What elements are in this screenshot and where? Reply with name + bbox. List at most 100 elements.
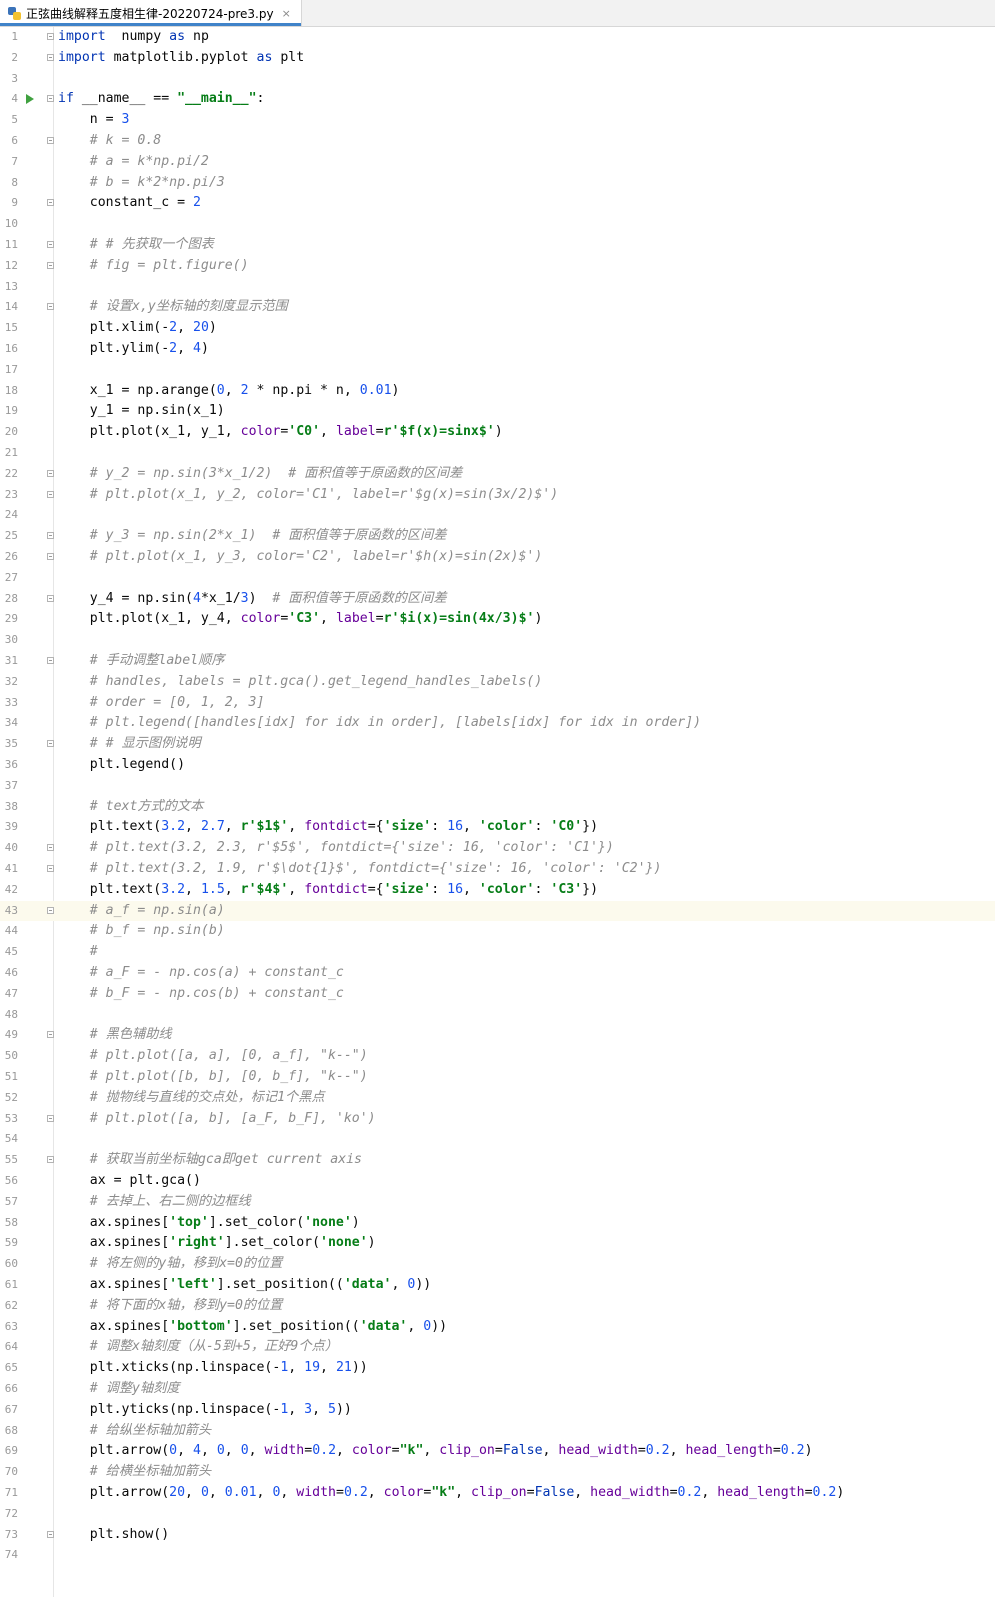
code-line[interactable]: 60 # 将左侧的y轴，移到x=0的位置 [0,1254,995,1275]
code-line[interactable]: 47 # b_F = - np.cos(b) + constant_c [0,984,995,1005]
code-line[interactable]: 64 # 调整x轴刻度（从-5到+5，正好9个点） [0,1337,995,1358]
fold-icon[interactable] [47,53,54,61]
code-line[interactable]: 25 # y_3 = np.sin(2*x_1) # 面积值等于原函数的区间差 [0,526,995,547]
code-line[interactable]: 66 # 调整y轴刻度 [0,1379,995,1400]
code-line[interactable]: 23 # plt.plot(x_1, y_2, color='C1', labe… [0,485,995,506]
code-line[interactable]: 10 [0,214,995,235]
code-line[interactable]: 29 plt.plot(x_1, y_4, color='C3', label=… [0,609,995,630]
code-line[interactable]: 9 constant_c = 2 [0,193,995,214]
code-line[interactable]: 61 ax.spines['left'].set_position(('data… [0,1275,995,1296]
code-line[interactable]: 24 [0,505,995,526]
code-line[interactable]: 40 # plt.text(3.2, 2.3, r'$5$', fontdict… [0,838,995,859]
code-line[interactable]: 19 y_1 = np.sin(x_1) [0,401,995,422]
fold-icon[interactable] [47,95,54,103]
code-line[interactable]: 20 plt.plot(x_1, y_1, color='C0', label=… [0,422,995,443]
code-line[interactable]: 45 # [0,942,995,963]
code-line[interactable]: 16 plt.ylim(-2, 4) [0,339,995,360]
code-line[interactable]: 43 # a_f = np.sin(a) [0,900,995,922]
fold-icon[interactable] [47,657,54,664]
code-line[interactable]: 72 [0,1504,995,1525]
code-line[interactable]: 33 # order = [0, 1, 2, 3] [0,693,995,714]
code-line[interactable]: 8 # b = k*2*np.pi/3 [0,173,995,194]
code-line[interactable]: 41 # plt.text(3.2, 1.9, r'$\dot{1}$', fo… [0,859,995,880]
fold-icon[interactable] [47,553,54,560]
fold-icon[interactable] [47,906,54,914]
code-line[interactable]: 44 # b_f = np.sin(b) [0,921,995,942]
code-line[interactable]: 73 plt.show() [0,1525,995,1546]
code-line[interactable]: 46 # a_F = - np.cos(a) + constant_c [0,963,995,984]
fold-icon[interactable] [47,469,54,477]
code-line[interactable]: 5 n = 3 [0,110,995,131]
fold-icon[interactable] [47,1031,54,1039]
fold-icon[interactable] [47,532,54,540]
code-line[interactable]: 56 ax = plt.gca() [0,1171,995,1192]
code-line[interactable]: 13 [0,277,995,298]
code-line[interactable]: 63 ax.spines['bottom'].set_position(('da… [0,1317,995,1338]
code-line[interactable]: 6 # k = 0.8 [0,131,995,152]
code-line[interactable]: 52 # 抛物线与直线的交点处，标记1个黑点 [0,1088,995,1109]
code-line[interactable]: 2 import matplotlib.pyplot as plt [0,48,995,69]
code-line[interactable]: 1 import numpy as np [0,27,995,48]
code-line[interactable]: 59 ax.spines['right'].set_color('none') [0,1233,995,1254]
fold-icon[interactable] [47,261,54,269]
code-line[interactable]: 62 # 将下面的x轴，移到y=0的位置 [0,1296,995,1317]
code-line[interactable]: 54 [0,1129,995,1150]
code-line[interactable]: 39 plt.text(3.2, 2.7, r'$1$', fontdict={… [0,817,995,838]
code-line[interactable]: 3 [0,69,995,90]
code-line[interactable]: 50 # plt.plot([a, a], [0, a_f], "k--") [0,1046,995,1067]
close-icon[interactable]: × [282,7,291,20]
code-line[interactable]: 42 plt.text(3.2, 1.5, r'$4$', fontdict={… [0,880,995,901]
fold-icon[interactable] [47,137,54,144]
code-line[interactable]: 14 # 设置x,y坐标轴的刻度显示范围 [0,297,995,318]
fold-icon[interactable] [47,303,54,311]
code-line[interactable]: 15 plt.xlim(-2, 20) [0,318,995,339]
code-line[interactable]: 55 # 获取当前坐标轴gca即get current axis [0,1150,995,1171]
code-line[interactable]: 34 # plt.legend([handles[idx] for idx in… [0,713,995,734]
code-line[interactable]: 11 # # 先获取一个图表 [0,235,995,256]
code-line[interactable]: 69 plt.arrow(0, 4, 0, 0, width=0.2, colo… [0,1441,995,1462]
code-line[interactable]: 67 plt.yticks(np.linspace(-1, 3, 5)) [0,1400,995,1421]
code-line[interactable]: 68 # 给纵坐标轴加箭头 [0,1421,995,1442]
code-line[interactable]: 70 # 给横坐标轴加箭头 [0,1462,995,1483]
code-line[interactable]: 28 y_4 = np.sin(4*x_1/3) # 面积值等于原函数的区间差 [0,589,995,610]
code-line[interactable]: 21 [0,443,995,464]
code-line[interactable]: 27 [0,568,995,589]
code-line[interactable]: 30 [0,630,995,651]
code-line[interactable]: 4 if __name__ == "__main__": [0,89,995,110]
fold-icon[interactable] [47,1530,54,1538]
fold-icon[interactable] [47,865,54,872]
code-line[interactable]: 53 # plt.plot([a, b], [a_F, b_F], 'ko') [0,1109,995,1130]
code-line[interactable]: 17 [0,360,995,381]
file-tab[interactable]: 正弦曲线解释五度相生律-20220724-pre3.py × [0,0,302,26]
code-line[interactable]: 74 [0,1545,995,1566]
code-line[interactable]: 22 # y_2 = np.sin(3*x_1/2) # 面积值等于原函数的区间… [0,464,995,485]
fold-icon[interactable] [47,594,54,602]
fold-icon[interactable] [47,241,54,248]
code-line[interactable]: 7 # a = k*np.pi/2 [0,152,995,173]
code-editor[interactable]: 1 import numpy as np 2 import matplotlib.py… [0,27,995,1597]
code-line[interactable]: 31 # 手动调整label顺序 [0,651,995,672]
fold-icon[interactable] [47,33,54,40]
code-line[interactable]: 58 ax.spines['top'].set_color('none') [0,1213,995,1234]
code-line[interactable]: 12 # fig = plt.figure() [0,256,995,277]
code-line[interactable]: 35 # # 显示图例说明 [0,734,995,755]
code-line[interactable]: 48 [0,1005,995,1026]
fold-icon[interactable] [47,1156,54,1164]
code-line[interactable]: 65 plt.xticks(np.linspace(-1, 19, 21)) [0,1358,995,1379]
fold-icon[interactable] [47,844,54,852]
fold-icon[interactable] [47,1114,54,1122]
run-icon[interactable] [26,94,34,105]
code-line[interactable]: 49 # 黑色辅助线 [0,1025,995,1046]
code-line[interactable]: 18 x_1 = np.arange(0, 2 * np.pi * n, 0.0… [0,381,995,402]
fold-icon[interactable] [47,740,54,748]
code-line[interactable]: 51 # plt.plot([b, b], [0, b_f], "k--") [0,1067,995,1088]
fold-icon[interactable] [47,199,54,207]
code-line[interactable]: 32 # handles, labels = plt.gca().get_leg… [0,672,995,693]
code-line[interactable]: 36 plt.legend() [0,755,995,776]
fold-icon[interactable] [47,490,54,498]
code-line[interactable]: 26 # plt.plot(x_1, y_3, color='C2', labe… [0,547,995,568]
code-line[interactable]: 57 # 去掉上、右二侧的边框线 [0,1192,995,1213]
code-line[interactable]: 38 # text方式的文本 [0,797,995,818]
code-line[interactable]: 37 [0,776,995,797]
code-line[interactable]: 71 plt.arrow(20, 0, 0.01, 0, width=0.2, … [0,1483,995,1504]
